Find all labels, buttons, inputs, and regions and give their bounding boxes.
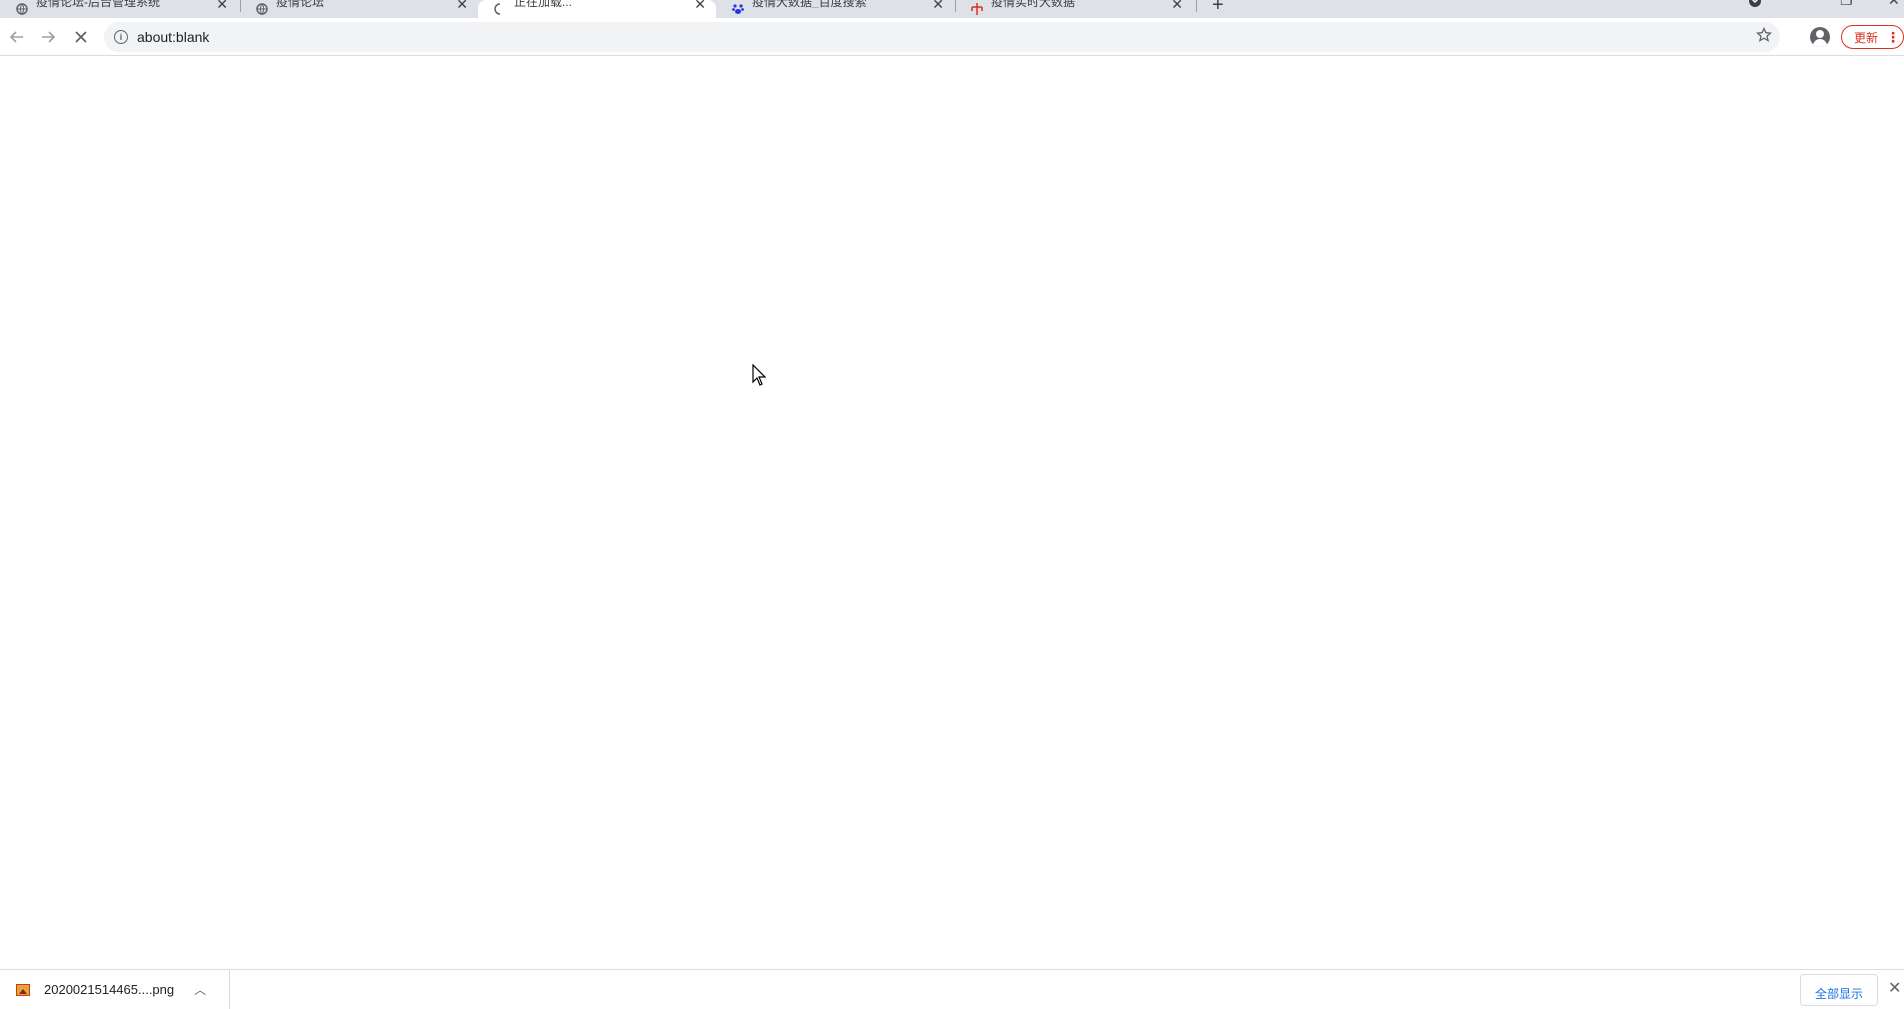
new-tab-icon[interactable]: + [1212,0,1224,17]
tab-loading[interactable]: 正在加载... ✕ [478,0,716,18]
close-window-icon[interactable]: ✕ [1888,0,1900,9]
address-bar[interactable]: i about:blank [104,22,1780,52]
update-button[interactable]: 更新 ⋮ [1841,25,1904,49]
red-logo-icon [971,3,983,15]
tab-title: 疫情论坛-后台管理系统 [36,0,160,8]
tab-strip: 疫情论坛-后台管理系统 ✕ 疫情论坛 ✕ 正在加载... ✕ 疫情大数据_百度搜… [0,0,1904,18]
tab-title: 疫情实时大数据 [991,0,1076,8]
download-item[interactable]: 2020021514465....png ︿ [0,970,230,1009]
close-icon[interactable]: ✕ [694,0,706,13]
url-text[interactable]: about:blank [137,29,209,45]
browser-toolbar: i about:blank 更新 ⋮ [0,18,1904,56]
back-arrow-icon[interactable] [6,26,28,48]
close-icon[interactable]: ✕ [456,0,468,13]
globe-icon [256,3,268,15]
download-bar: 2020021514465....png ︿ 全部显示 ✕ [0,969,1904,1009]
download-filename: 2020021514465....png [44,982,175,997]
loading-spinner-icon [494,3,506,15]
tab-title: 正在加载... [514,0,573,8]
profile-avatar-icon[interactable] [1810,27,1830,47]
globe-icon [16,3,28,15]
site-info-icon[interactable]: i [114,30,128,44]
tab-title: 疫情论坛 [276,0,325,8]
tab-title: 疫情大数据_百度搜索 [752,0,867,8]
close-icon[interactable]: ✕ [1888,978,1901,998]
update-label: 更新 [1854,30,1879,45]
tab-admin[interactable]: 疫情论坛-后台管理系统 ✕ [0,0,238,18]
more-menu-icon[interactable]: ⋮ [1886,29,1900,46]
tab-separator [1196,0,1197,12]
chevron-up-icon[interactable]: ︿ [194,981,206,998]
page-content [0,56,1904,969]
tab-search-icon[interactable] [1748,0,1762,11]
stop-loading-icon[interactable] [70,26,92,48]
image-file-icon [16,983,30,996]
baidu-paw-icon [732,3,744,15]
forward-arrow-icon[interactable] [37,26,59,48]
close-icon[interactable]: ✕ [932,0,944,13]
bookmark-star-icon[interactable] [1755,26,1773,48]
show-all-button[interactable]: 全部显示 [1800,974,1878,1006]
tab-epidemic-data[interactable]: 疫情实时大数据 ✕ [955,0,1193,18]
restore-window-icon[interactable]: ❐ [1840,0,1853,9]
tab-forum[interactable]: 疫情论坛 ✕ [240,0,478,18]
close-icon[interactable]: ✕ [216,0,228,13]
mouse-cursor-icon [752,364,766,386]
tab-baidu-search[interactable]: 疫情大数据_百度搜索 ✕ [716,0,954,18]
close-icon[interactable]: ✕ [1171,0,1183,13]
